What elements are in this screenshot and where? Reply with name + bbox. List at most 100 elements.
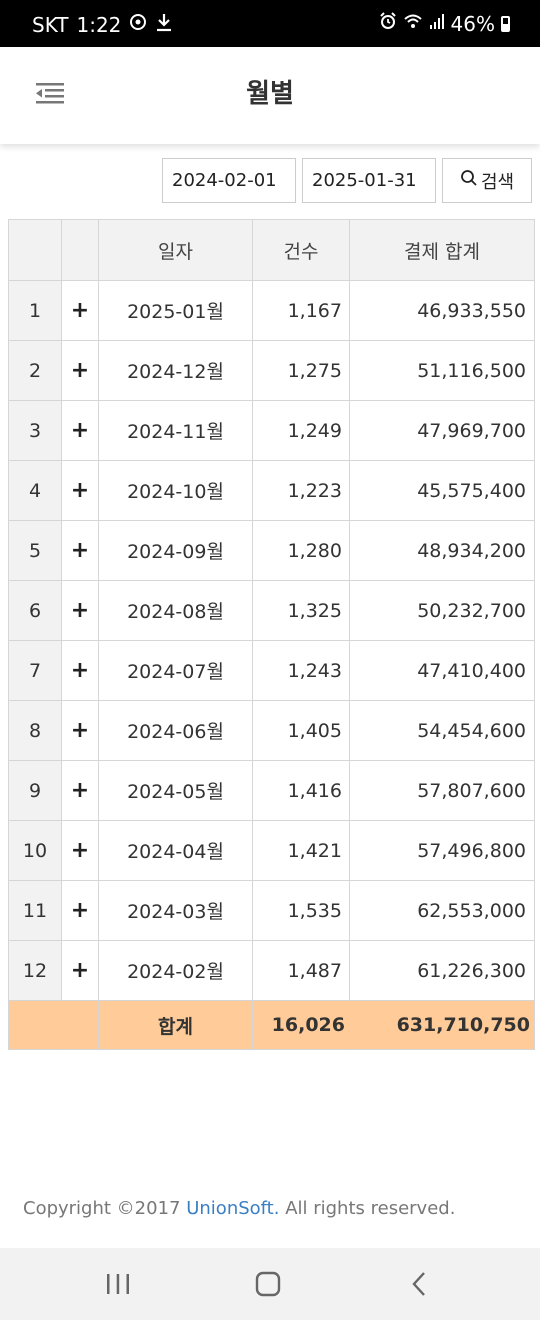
amount-cell: 47,410,400	[349, 640, 535, 701]
battery-percent: 46%	[450, 12, 495, 36]
expand-icon[interactable]: +	[61, 520, 99, 581]
count-cell: 1,223	[252, 460, 350, 521]
month-cell: 2024-04월	[98, 820, 253, 881]
date-search-bar: 검색	[0, 158, 540, 204]
expand-icon[interactable]: +	[61, 460, 99, 521]
table-row: 11 +2024-03월 1,535 62,553,000	[8, 880, 535, 941]
month-cell: 2024-11월	[98, 400, 253, 461]
row-number: 5	[8, 520, 62, 581]
month-cell: 2024-09월	[98, 520, 253, 581]
month-cell: 2024-02월	[98, 940, 253, 1001]
col-header-date[interactable]: 일자	[98, 219, 253, 281]
row-number: 2	[8, 340, 62, 401]
amount-cell: 51,116,500	[349, 340, 535, 401]
amount-cell: 61,226,300	[349, 940, 535, 1001]
amount-cell: 62,553,000	[349, 880, 535, 941]
table-row: 7 +2024-07월 1,243 47,410,400	[8, 640, 535, 701]
table-header-row: 일자 건수 결제 합계	[8, 219, 535, 281]
recent-apps-icon[interactable]	[58, 1248, 178, 1320]
count-cell: 1,487	[252, 940, 350, 1001]
month-cell: 2025-01월	[98, 280, 253, 341]
row-number: 1	[8, 280, 62, 341]
alarm-icon	[379, 12, 397, 36]
page-title: 월별	[246, 79, 294, 109]
total-label: 합계	[98, 1000, 253, 1050]
amount-cell: 45,575,400	[349, 460, 535, 521]
table-row: 8 +2024-06월 1,405 54,454,600	[8, 700, 535, 761]
count-cell: 1,421	[252, 820, 350, 881]
system-nav-bar	[0, 1248, 540, 1320]
table-row: 3 +2024-11월 1,249 47,969,700	[8, 400, 535, 461]
month-cell: 2024-05월	[98, 760, 253, 821]
table-row: 9 +2024-05월 1,416 57,807,600	[8, 760, 535, 821]
total-row: 합계 16,026 631,710,750	[8, 1000, 535, 1050]
carrier-label: SKT	[32, 13, 69, 37]
table-row: 12 +2024-02월 1,487 61,226,300	[8, 940, 535, 1001]
count-cell: 1,405	[252, 700, 350, 761]
status-left: SKT 1:22	[32, 12, 173, 38]
table-row: 6 +2024-08월 1,325 50,232,700	[8, 580, 535, 641]
expand-icon[interactable]: +	[61, 820, 99, 881]
amount-cell: 54,454,600	[349, 700, 535, 761]
total-count: 16,026	[252, 1000, 350, 1050]
start-date-input[interactable]	[162, 158, 296, 203]
download-icon	[155, 12, 173, 38]
status-right: 46%	[379, 12, 510, 36]
battery-icon	[501, 16, 510, 32]
table-row: 10 +2024-04월 1,421 57,496,800	[8, 820, 535, 881]
count-cell: 1,280	[252, 520, 350, 581]
table-body: 1 +2025-01월 1,167 46,933,550 2 +2024-12월 1,275…	[8, 280, 535, 1001]
expand-icon[interactable]: +	[61, 940, 99, 1001]
home-icon[interactable]	[208, 1248, 328, 1320]
count-cell: 1,249	[252, 400, 350, 461]
app-header: 월별	[0, 47, 540, 144]
count-cell: 1,167	[252, 280, 350, 341]
count-cell: 1,535	[252, 880, 350, 941]
monthly-table: 일자 건수 결제 합계 1 +2025-01월 1,167 46,933,550 2 +2…	[8, 219, 535, 1050]
col-header-expand	[61, 219, 99, 281]
count-cell: 1,275	[252, 340, 350, 401]
count-cell: 1,416	[252, 760, 350, 821]
row-number: 3	[8, 400, 62, 461]
end-date-input[interactable]	[302, 158, 436, 203]
amount-cell: 57,807,600	[349, 760, 535, 821]
total-no-cell	[8, 1000, 62, 1050]
col-header-no	[8, 219, 62, 281]
col-header-amount[interactable]: 결제 합계	[349, 219, 535, 281]
col-header-count[interactable]: 건수	[252, 219, 350, 281]
month-cell: 2024-10월	[98, 460, 253, 521]
total-expand-cell	[61, 1000, 99, 1050]
row-number: 11	[8, 880, 62, 941]
expand-icon[interactable]: +	[61, 760, 99, 821]
count-cell: 1,325	[252, 580, 350, 641]
expand-icon[interactable]: +	[61, 340, 99, 401]
table-row: 1 +2025-01월 1,167 46,933,550	[8, 280, 535, 341]
row-number: 9	[8, 760, 62, 821]
row-number: 12	[8, 940, 62, 1001]
expand-icon[interactable]: +	[61, 280, 99, 341]
amount-cell: 50,232,700	[349, 580, 535, 641]
month-cell: 2024-12월	[98, 340, 253, 401]
expand-icon[interactable]: +	[61, 700, 99, 761]
expand-icon[interactable]: +	[61, 580, 99, 641]
expand-icon[interactable]: +	[61, 400, 99, 461]
signal-icon	[429, 12, 445, 36]
amount-cell: 46,933,550	[349, 280, 535, 341]
search-button-label: 검색	[480, 171, 515, 193]
brand-link[interactable]: UnionSoft.	[186, 1198, 279, 1219]
copyright-prefix: Copyright ©2017	[23, 1198, 187, 1219]
month-cell: 2024-07월	[98, 640, 253, 701]
copyright-suffix: All rights reserved.	[279, 1198, 456, 1219]
back-icon[interactable]	[360, 1248, 480, 1320]
row-number: 4	[8, 460, 62, 521]
wifi-icon	[403, 12, 423, 36]
copyright-footer: Copyright ©2017 UnionSoft. All rights re…	[23, 1198, 455, 1219]
amount-cell: 57,496,800	[349, 820, 535, 881]
row-number: 6	[8, 580, 62, 641]
expand-icon[interactable]: +	[61, 880, 99, 941]
table-row: 2 +2024-12월 1,275 51,116,500	[8, 340, 535, 401]
table-row: 5 +2024-09월 1,280 48,934,200	[8, 520, 535, 581]
search-button[interactable]: 검색	[442, 158, 532, 203]
total-amount: 631,710,750	[349, 1000, 535, 1050]
expand-icon[interactable]: +	[61, 640, 99, 701]
